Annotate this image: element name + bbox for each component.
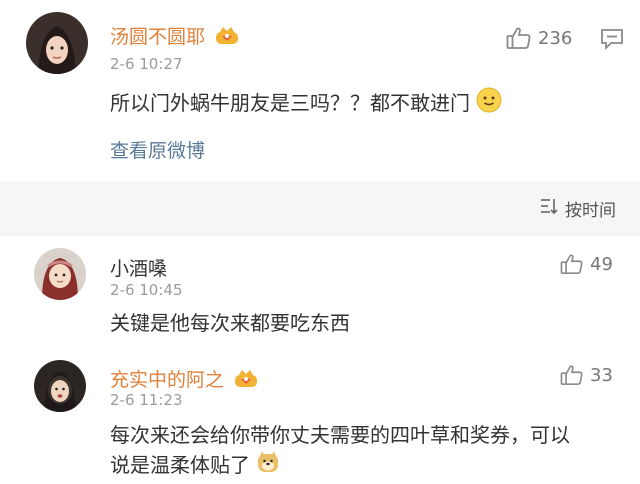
comment-author-avatar[interactable] [34,360,86,412]
comment-author-name[interactable]: 小酒嗓 [110,254,167,281]
smile-emoji-icon [476,87,502,123]
sort-by-time-button[interactable]: 按时间 [539,196,616,221]
sort-label: 按时间 [565,201,616,221]
post-like-count: 236 [538,27,573,49]
comment-author-name[interactable]: 充实中的阿之 [110,365,258,393]
original-post: 汤圆不圆耶 2-6 10:27 236 所以门外蜗牛朋友是三吗？？都不敢进门 查… [0,0,640,182]
comment-icon[interactable] [600,28,624,54]
post-like-button[interactable]: 236 [506,26,572,50]
thumbs-up-icon [506,26,532,50]
thumbs-up-icon [560,364,584,386]
comment-time: 2-6 11:23 [110,391,183,409]
post-content: 所以门外蜗牛朋友是三吗？？都不敢进门 [110,86,502,123]
comment-like-count: 33 [590,364,613,386]
comment-like-button[interactable]: 49 [560,253,613,275]
comment-text-line-2-label: 说是温柔体贴了 [110,453,250,477]
post-time: 2-6 10:27 [110,55,183,73]
post-text: 所以门外蜗牛朋友是三吗？？都不敢进门 [110,91,470,115]
comment-author-label: 充实中的阿之 [110,369,225,391]
crown-badge-icon [215,25,239,50]
sort-icon [539,197,559,220]
comment-text-line-1: 每次来还会给你带你丈夫需要的四叶草和奖券，可以 [110,423,570,447]
doge-emoji-icon [256,450,280,484]
crown-badge-icon [234,368,258,393]
view-original-link[interactable]: 查看原微博 [110,136,205,163]
post-author-name[interactable]: 汤圆不圆耶 [110,22,239,50]
post-author-label: 汤圆不圆耶 [110,26,206,48]
comment-like-count: 49 [590,253,613,275]
comment-author-avatar[interactable] [34,248,86,300]
comment-text: 关键是他每次来都要吃东西 [110,311,350,335]
comment-text-line-2: 说是温柔体贴了 [110,448,280,484]
post-author-avatar[interactable] [26,12,88,74]
thumbs-up-icon [560,253,584,275]
comment-time: 2-6 10:45 [110,281,183,299]
comment-like-button[interactable]: 33 [560,364,613,386]
